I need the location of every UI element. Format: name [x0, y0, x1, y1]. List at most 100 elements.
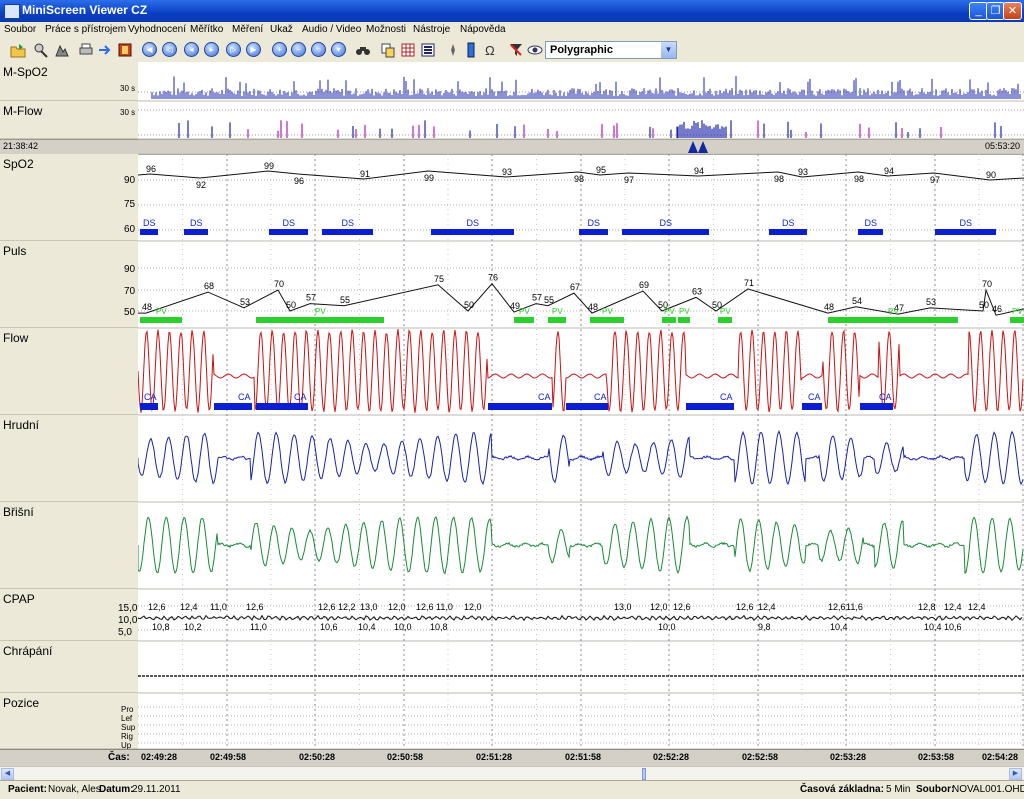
pv-event-bar: [678, 317, 690, 323]
cpap-value-label: 12,2: [338, 602, 356, 612]
desat-event-label: DS: [865, 218, 878, 228]
spo2-value-label: 94: [694, 166, 704, 176]
first-page-icon[interactable]: ◀: [142, 42, 157, 57]
pv-event-bar: [718, 317, 732, 323]
spo2-value-label: 95: [596, 165, 606, 175]
pulse-value-label: 63: [692, 286, 702, 296]
spo2-value-label: 99: [264, 161, 274, 171]
view-mode-select[interactable]: Polygraphic ▼: [545, 41, 677, 59]
zoom-reset-icon[interactable]: ○: [311, 42, 326, 57]
date-label: Datum:: [99, 784, 134, 795]
cpap-value-label: 10,4: [924, 622, 942, 632]
scroll-thumb[interactable]: [642, 768, 646, 780]
chevron-down-icon[interactable]: ▼: [661, 42, 676, 58]
desat-event-bar: [184, 229, 208, 235]
cpap-value-label: 12,6: [318, 602, 336, 612]
central-apnea-label: CA: [294, 392, 307, 402]
table-icon[interactable]: [400, 42, 416, 58]
scroll-left-icon[interactable]: ◀: [1, 768, 14, 780]
toolbar: ◀ ◁ ◂ ▸ ▷ ▶ + − ○ ▾ Ω ✕: [0, 38, 1024, 98]
pulse-value-label: 55: [544, 295, 554, 305]
timebase-label: Časová základna:: [800, 784, 884, 795]
zoom-menu-icon[interactable]: ▾: [331, 42, 346, 57]
spo2-value-label: 98: [854, 174, 864, 184]
time-tick: 02:49:28: [141, 752, 178, 762]
menu-ukaz[interactable]: Ukaž: [270, 24, 293, 35]
step-forward-icon[interactable]: ▸: [204, 42, 219, 57]
cpap-value-label: 12,4: [968, 602, 986, 612]
menu-prace-s-pristrojem[interactable]: Práce s přístrojem: [45, 24, 126, 35]
pulse-value-label: 70: [982, 279, 992, 289]
analyze-icon[interactable]: [54, 42, 70, 58]
overview-spo2-trace: [151, 76, 1021, 99]
menu-mereni[interactable]: Měření: [232, 24, 263, 35]
channel-label-cpap: CPAP 15,0 10,0 5,0: [0, 589, 138, 641]
last-page-icon[interactable]: ▶: [246, 42, 261, 57]
find-icon[interactable]: [355, 42, 371, 58]
pulse-value-label: 55: [340, 295, 350, 305]
desat-event-label: DS: [143, 218, 156, 228]
zoom-out-icon[interactable]: −: [291, 42, 306, 57]
spo2-value-label: 97: [930, 175, 940, 185]
cpap-value-label: 12,6: [736, 602, 754, 612]
horizontal-scrollbar[interactable]: ◀ ▶: [0, 766, 1024, 781]
spo2-value-label: 96: [146, 164, 156, 174]
channel-label-pozice: Pozice Pro Lef Sup Rig Up: [0, 693, 138, 750]
scroll-right-icon[interactable]: ▶: [1009, 768, 1022, 780]
channel-label-spo2: SpO2 90 75 60: [0, 154, 138, 241]
central-apnea-bar: [566, 403, 608, 410]
film-icon[interactable]: [117, 42, 133, 58]
desat-event-bar: [769, 229, 807, 235]
channel-label-flow: Flow: [0, 328, 138, 415]
next-page-icon[interactable]: ▷: [226, 42, 241, 57]
prev-page-icon[interactable]: ◁: [162, 42, 177, 57]
channel-label-brisni: Břišní: [0, 502, 138, 589]
menu-nastroje[interactable]: Nástroje: [413, 24, 450, 35]
time-tick: 02:53:58: [918, 752, 955, 762]
file-value: NOVAL001.OHD: [952, 784, 1024, 795]
print-icon[interactable]: [78, 42, 94, 58]
desat-event-label: DS: [190, 218, 203, 228]
pulse-value-label: 69: [639, 280, 649, 290]
menu-soubor[interactable]: Soubor: [4, 24, 36, 35]
menu-audio-video[interactable]: Audio / Video: [302, 24, 361, 35]
signal-canvas[interactable]: 96 92 99 96 91 99 93 98 95 97 94 98 93 98 94 97 90 DS DS DS…: [138, 62, 1024, 766]
pulse-value-label: 46: [992, 304, 1002, 314]
filter-icon[interactable]: [508, 42, 524, 58]
battery-icon[interactable]: [463, 42, 479, 58]
desat-event-label: DS: [467, 218, 480, 228]
marker-icon[interactable]: [445, 42, 461, 58]
spo2-value-label: 92: [196, 180, 206, 190]
eye-icon[interactable]: [527, 42, 543, 58]
step-back-icon[interactable]: ◂: [184, 42, 199, 57]
central-apnea-label: CA: [594, 392, 607, 402]
pulse-value-label: 50: [464, 300, 474, 310]
copy-icon[interactable]: [380, 42, 396, 58]
overview-position-marker-icon[interactable]: [684, 140, 714, 154]
channel-label-m-flow: M-Flow 30 s: [0, 101, 138, 139]
close-button[interactable]: ✕: [1003, 2, 1022, 20]
pv-event-bar: [140, 317, 182, 323]
menu-meritko[interactable]: Měřítko: [190, 24, 223, 35]
menu-moznosti[interactable]: Možnosti: [366, 24, 406, 35]
zoom-in-icon[interactable]: +: [272, 42, 287, 57]
desat-event-bar: [622, 229, 709, 235]
spo2-value-label: 97: [624, 175, 634, 185]
file-label: Soubor:: [916, 784, 955, 795]
pv-event-label: PV: [552, 307, 563, 316]
pv-event-label: PV: [1012, 307, 1023, 316]
ohm-icon[interactable]: Ω: [483, 42, 499, 58]
spo2-value-label: 98: [574, 174, 584, 184]
cpap-value-label: 12,6: [828, 602, 846, 612]
menu-napoveda[interactable]: Nápověda: [460, 24, 506, 35]
cpap-value-label: 12,4: [180, 602, 198, 612]
cpap-value-label: 12,6: [673, 602, 691, 612]
menu-vyhodnoceni[interactable]: Vyhodnocení: [128, 24, 186, 35]
list-icon[interactable]: [420, 42, 436, 58]
timebase-value: 5 Min: [886, 784, 911, 795]
open-icon[interactable]: [10, 42, 26, 58]
cpap-value-label: 12,0: [650, 602, 668, 612]
export-icon[interactable]: [97, 42, 113, 58]
desat-event-label: DS: [283, 218, 296, 228]
device-icon[interactable]: [33, 42, 49, 58]
